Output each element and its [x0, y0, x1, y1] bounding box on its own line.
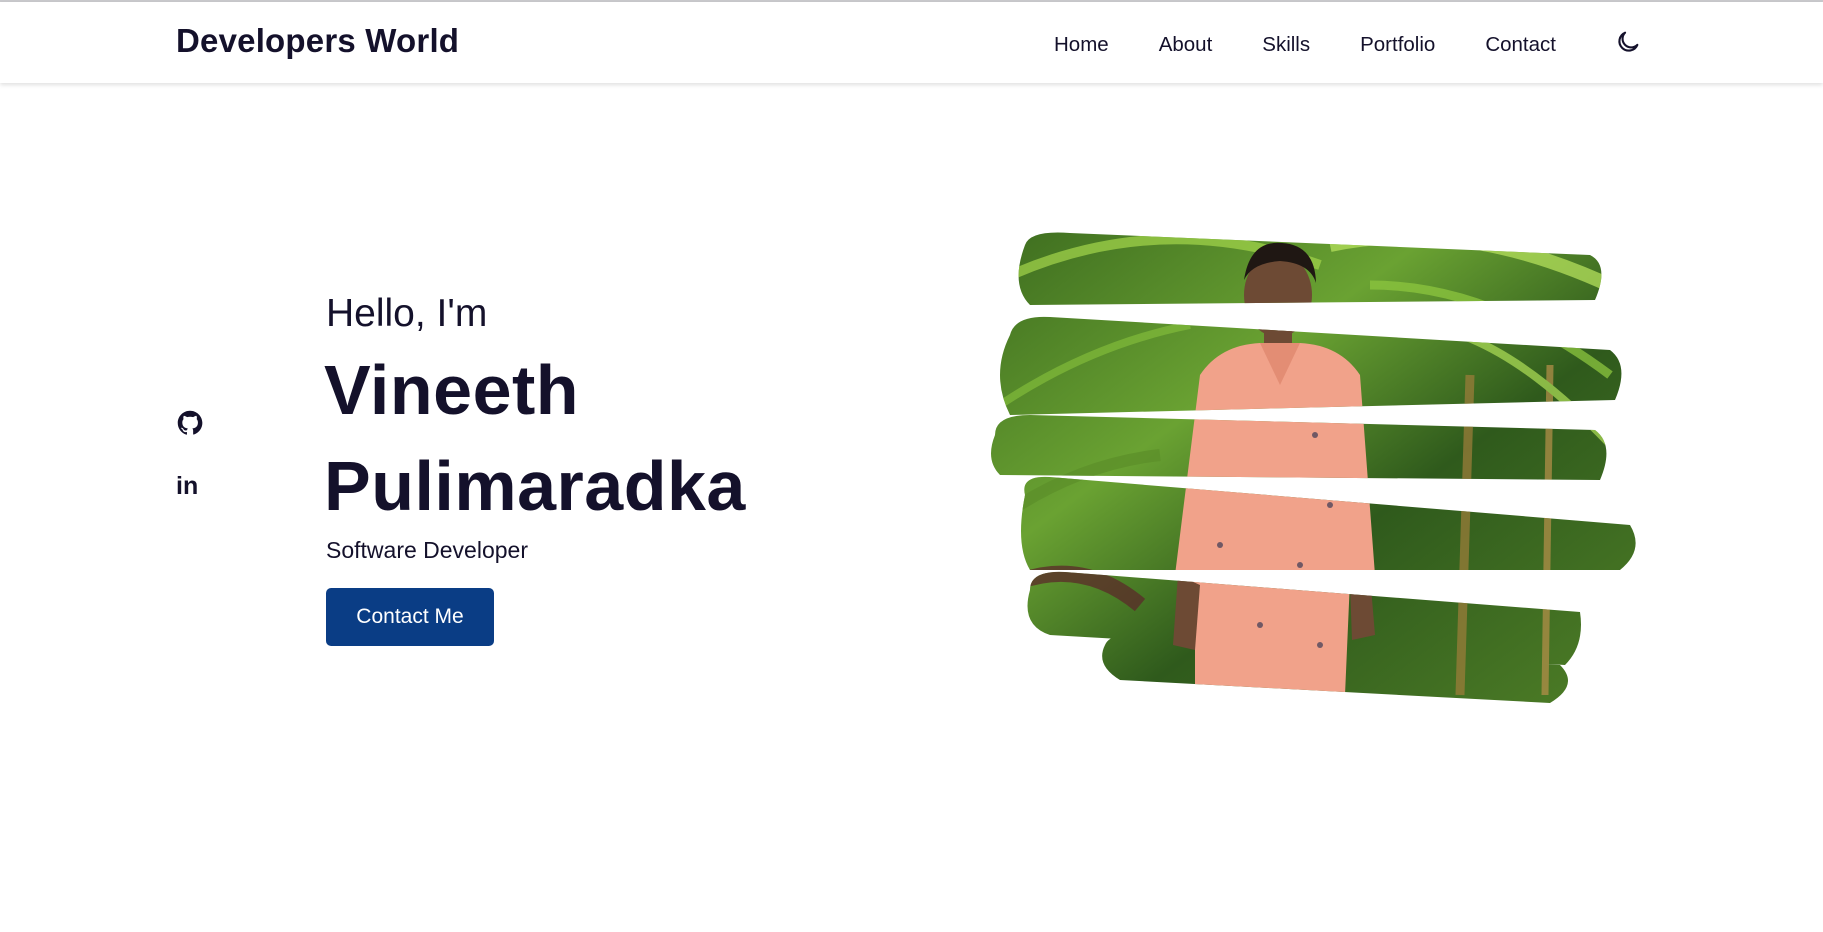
nav-skills[interactable]: Skills [1262, 33, 1310, 57]
profile-photo [991, 232, 1636, 703]
nav-about[interactable]: About [1159, 33, 1213, 57]
hero-greeting: Hello, I'm [326, 292, 488, 335]
hero-role: Software Developer [326, 537, 528, 563]
hero-name-first: Vineeth [324, 351, 580, 429]
nav-portfolio[interactable]: Portfolio [1360, 33, 1435, 57]
linkedin-icon[interactable]: in [176, 472, 204, 500]
site-header: Developers World Home About Skills Portf… [0, 2, 1823, 83]
main-nav: Home About Skills Portfolio Contact [1054, 33, 1556, 57]
moon-icon[interactable] [1614, 28, 1642, 56]
hero-name-last: Pulimaradka [324, 447, 746, 525]
site-logo[interactable]: Developers World [176, 22, 459, 60]
nav-home[interactable]: Home [1054, 33, 1109, 57]
nav-contact[interactable]: Contact [1485, 33, 1556, 57]
github-icon[interactable] [176, 409, 204, 437]
contact-me-button[interactable]: Contact Me [326, 588, 494, 646]
